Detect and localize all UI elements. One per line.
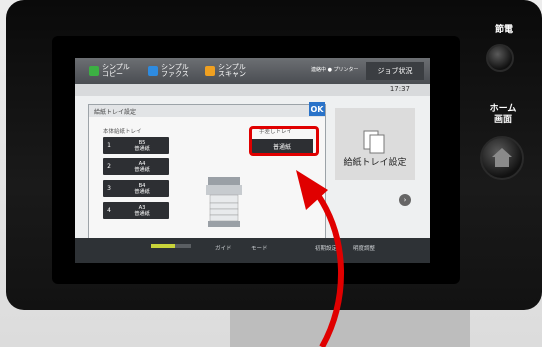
annotation-arrow xyxy=(296,170,344,347)
